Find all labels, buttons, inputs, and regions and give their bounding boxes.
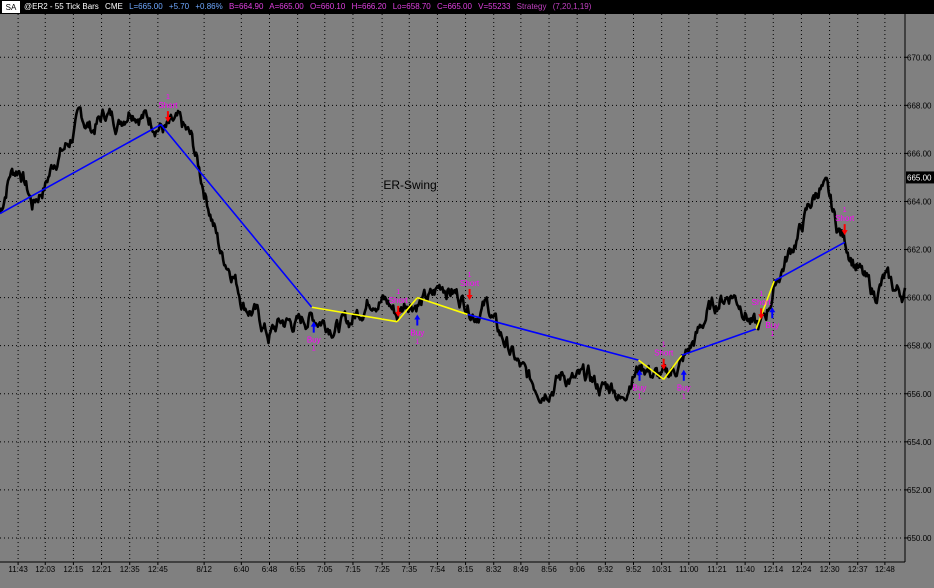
x-tick-label: 12:15 <box>63 565 84 574</box>
chart-title: ER-Swing <box>383 178 436 192</box>
x-tick-label: 9:32 <box>598 565 614 574</box>
signal-qty: 1 <box>662 342 666 349</box>
y-tick-label: 660.00 <box>907 294 932 303</box>
x-tick-label: 12:45 <box>148 565 169 574</box>
x-tick-label: 8:15 <box>458 565 474 574</box>
signal-label: Buy <box>633 384 647 393</box>
x-tick-label: 11:00 <box>679 565 699 574</box>
x-tick-label: 12:48 <box>875 565 896 574</box>
signal-qty: 1 <box>843 207 847 214</box>
signal-qty: 1 <box>682 394 686 401</box>
signal-label: Short <box>654 349 674 358</box>
signal-qty: 1 <box>468 272 472 279</box>
x-tick-label: 6:48 <box>262 565 278 574</box>
y-tick-label: 666.00 <box>907 149 932 158</box>
signal-label: Short <box>752 298 772 307</box>
y-tick-label: 668.00 <box>907 101 932 110</box>
x-tick-label: 6:40 <box>234 565 250 574</box>
current-price-label: 665.00 <box>907 173 932 182</box>
signal-label: Short <box>835 214 855 223</box>
plot-area <box>0 14 905 562</box>
signal-label: Short <box>460 279 480 288</box>
signal-qty: 1 <box>396 289 400 296</box>
signal-label: Short <box>158 101 178 110</box>
x-tick-label: 12:14 <box>763 565 784 574</box>
x-tick-label: 11:43 <box>8 565 28 574</box>
y-tick-label: 652.00 <box>907 486 932 495</box>
price-axis <box>905 14 934 562</box>
x-tick-label: 7:25 <box>374 565 390 574</box>
chart-window: SA @ER2 - 55 Tick Bars CME L=665.00 +5.7… <box>0 0 934 588</box>
x-tick-label: 8/12 <box>196 565 212 574</box>
x-tick-label: 8:56 <box>541 565 557 574</box>
signal-label: Short <box>389 296 409 305</box>
x-tick-label: 7:35 <box>401 565 417 574</box>
x-tick-label: 8:32 <box>486 565 502 574</box>
signal-label: Buy <box>410 328 424 337</box>
x-tick-label: 12:03 <box>35 565 56 574</box>
signal-qty: 1 <box>166 94 170 101</box>
y-tick-label: 650.00 <box>907 534 932 543</box>
x-tick-label: 10:31 <box>652 565 673 574</box>
x-tick-label: 9:52 <box>626 565 642 574</box>
x-tick-label: 7:54 <box>430 565 446 574</box>
y-tick-label: 662.00 <box>907 246 932 255</box>
y-tick-label: 656.00 <box>907 390 932 399</box>
signal-qty: 1 <box>415 338 419 345</box>
signal-label: Buy <box>677 384 691 393</box>
signal-qty: 1 <box>759 291 763 298</box>
price-chart[interactable]: 650.00 652.00 654.00 656.00 658.00 660.00 662.… <box>0 0 934 588</box>
y-tick-label: 658.00 <box>907 342 932 351</box>
x-tick-label: 12:37 <box>848 565 869 574</box>
y-tick-label: 664.00 <box>907 197 932 206</box>
x-tick-label: 12:35 <box>120 565 141 574</box>
x-tick-label: 12:24 <box>791 565 812 574</box>
x-tick-label: 9:06 <box>569 565 585 574</box>
current-price-marker: 665.00 <box>906 171 934 184</box>
signal-qty: 1 <box>638 394 642 401</box>
signal-label: Buy <box>765 321 779 330</box>
x-tick-label: 12:30 <box>820 565 841 574</box>
signal-label: Buy <box>307 336 321 345</box>
x-tick-label: 7:05 <box>317 565 333 574</box>
x-tick-label: 8:49 <box>513 565 529 574</box>
x-tick-label: 6:55 <box>290 565 306 574</box>
x-tick-label: 7:15 <box>345 565 361 574</box>
x-tick-label: 12:21 <box>92 565 113 574</box>
signal-qty: 1 <box>770 331 774 338</box>
y-tick-label: 654.00 <box>907 438 932 447</box>
x-tick-label: 11:40 <box>735 565 755 574</box>
x-tick-label: 11:21 <box>707 565 727 574</box>
y-tick-label: 670.00 <box>907 53 932 62</box>
signal-qty: 1 <box>312 346 316 353</box>
